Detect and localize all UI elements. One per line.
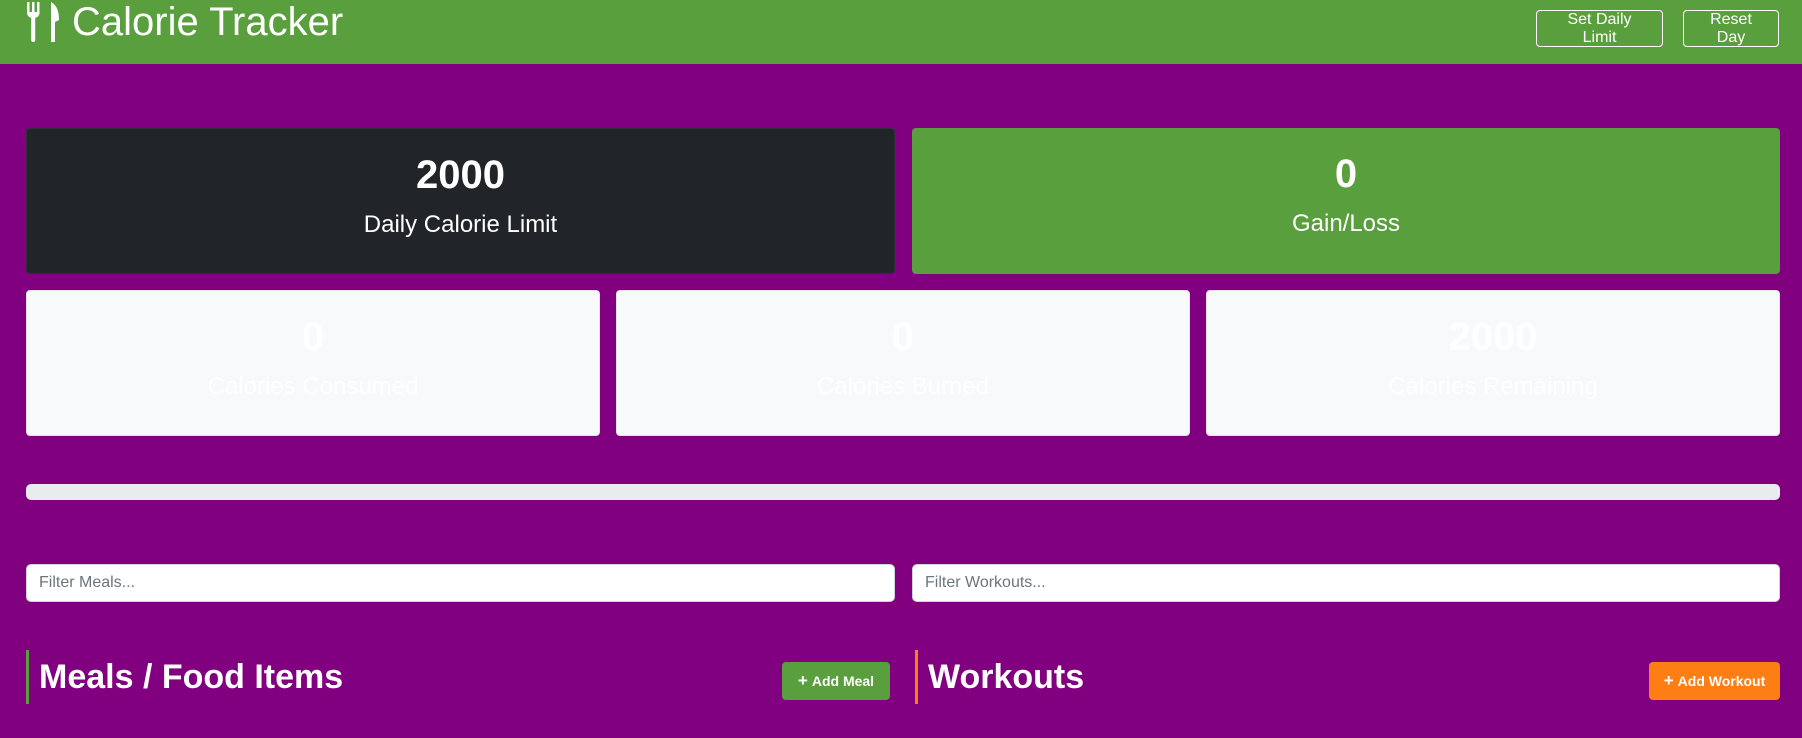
utensils-icon bbox=[27, 2, 59, 42]
calories-consumed-card: 0 Calories Consumed bbox=[26, 290, 600, 436]
filter-workouts-input[interactable] bbox=[912, 564, 1780, 602]
filter-meals-input[interactable] bbox=[26, 564, 895, 602]
daily-limit-label: Daily Calorie Limit bbox=[363, 211, 558, 238]
add-workout-button[interactable]: + Add Workout bbox=[1649, 662, 1780, 700]
calories-remaining-card: 2000 Calories Remaining bbox=[1206, 290, 1780, 436]
gain-loss-value: 0 bbox=[1334, 152, 1358, 196]
plus-icon: + bbox=[1663, 671, 1674, 690]
add-workout-label: Add Workout bbox=[1677, 673, 1766, 689]
calories-burned-card: 0 Calories Burned bbox=[616, 290, 1190, 436]
add-meal-label: Add Meal bbox=[811, 673, 875, 689]
gain-loss-card: 0 Gain/Loss bbox=[912, 128, 1780, 274]
calories-burned-label: Calories Burned bbox=[816, 373, 990, 400]
calories-consumed-value: 0 bbox=[301, 315, 325, 359]
navbar: Calorie Tracker Set Daily Limit Reset Da… bbox=[0, 0, 1802, 64]
calories-remaining-label: Calories Remaining bbox=[1388, 373, 1598, 400]
meals-section-title: Meals / Food Items bbox=[26, 650, 343, 704]
calories-burned-value: 0 bbox=[891, 315, 915, 359]
app-title: Calorie Tracker bbox=[72, 0, 344, 44]
calorie-progress-bar bbox=[26, 484, 1780, 500]
calories-remaining-value: 2000 bbox=[1448, 315, 1538, 359]
gain-loss-label: Gain/Loss bbox=[1291, 210, 1401, 237]
daily-limit-card: 2000 Daily Calorie Limit bbox=[26, 128, 895, 274]
add-meal-button[interactable]: + Add Meal bbox=[782, 662, 890, 700]
set-daily-limit-button[interactable]: Set Daily Limit bbox=[1536, 10, 1663, 47]
calories-consumed-label: Calories Consumed bbox=[207, 373, 419, 400]
daily-limit-value: 2000 bbox=[416, 153, 505, 197]
plus-icon: + bbox=[797, 671, 808, 690]
brand[interactable]: Calorie Tracker bbox=[24, 0, 343, 44]
workouts-section-title: Workouts bbox=[915, 650, 1084, 704]
reset-day-button[interactable]: Reset Day bbox=[1683, 10, 1779, 47]
